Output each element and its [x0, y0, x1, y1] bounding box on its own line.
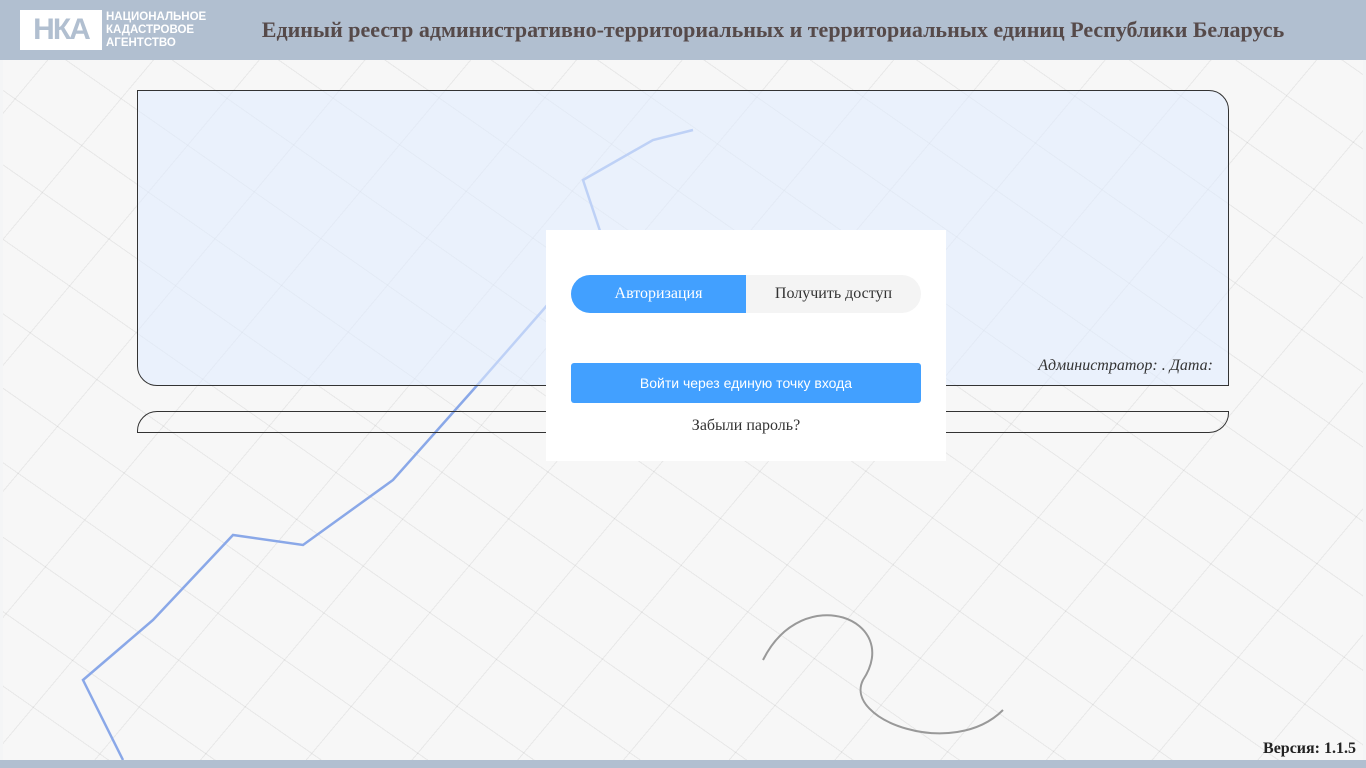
- page-title: Единый реестр административно-территориа…: [261, 17, 1285, 42]
- tab-authorization[interactable]: Авторизация: [571, 275, 746, 313]
- logo-mark: НКА: [20, 10, 102, 50]
- version-label: Версия: 1.1.5: [1263, 740, 1356, 757]
- login-card: Авторизация Получить доступ Войти через …: [546, 230, 946, 461]
- sso-login-button[interactable]: Войти через единую точку входа: [571, 363, 921, 403]
- logo: НКА НАЦИОНАЛЬНОЕ КАДАСТРОВОЕ АГЕНТСТВО: [20, 10, 206, 50]
- bottom-bar: [0, 760, 1366, 768]
- header: НКА НАЦИОНАЛЬНОЕ КАДАСТРОВОЕ АГЕНТСТВО Е…: [0, 0, 1366, 60]
- forgot-password-link[interactable]: Забыли пароль?: [546, 417, 946, 435]
- admin-date-label: Администратор: . Дата:: [1038, 357, 1213, 374]
- logo-text: НАЦИОНАЛЬНОЕ КАДАСТРОВОЕ АГЕНТСТВО: [106, 10, 207, 49]
- tab-get-access[interactable]: Получить доступ: [746, 275, 921, 313]
- login-tabs: Авторизация Получить доступ: [571, 275, 921, 313]
